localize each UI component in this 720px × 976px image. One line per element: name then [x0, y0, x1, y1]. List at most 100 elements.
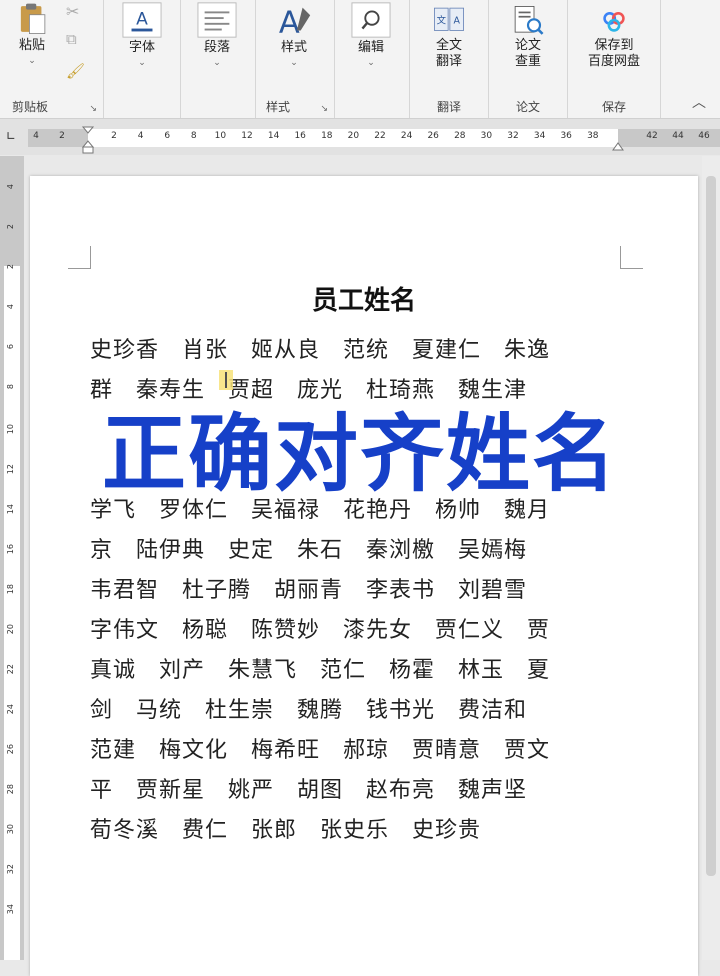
- save-group-label: 保存: [601, 100, 626, 114]
- ruler-tick: 2: [59, 131, 65, 141]
- paper-label-line2: 查重: [514, 54, 541, 69]
- editing-group: 编辑 ⌄: [335, 0, 410, 118]
- vertical-ruler-tick: 18: [6, 584, 15, 595]
- editing-button[interactable]: 编辑 ⌄: [347, 0, 395, 68]
- vertical-ruler[interactable]: 4 2 2 4 6 8 10 12 14 16 18 20 22 24 26 28 30 32 34: [0, 156, 24, 960]
- paste-label: 粘贴: [18, 38, 45, 53]
- document-line[interactable]: 真诚 刘产 朱慧飞 范仁 杨霍 林玉 夏: [90, 652, 650, 684]
- document-line[interactable]: 韦君智 杜子腾 胡丽青 李表书 刘碧雪: [90, 572, 650, 604]
- document-line[interactable]: 荀冬溪 费仁 张郎 张史乐 史珍贵: [90, 812, 650, 844]
- vertical-ruler-tick: 2: [6, 264, 15, 270]
- vertical-ruler-tick: 22: [6, 664, 15, 675]
- ruler-tick: 30: [480, 131, 493, 141]
- ruler-tick: 44: [672, 131, 684, 141]
- baidu-netdisk-icon: [603, 12, 625, 32]
- translate-group-label: 翻译: [436, 100, 461, 114]
- svg-text:A: A: [136, 10, 148, 30]
- paper-check-icon: [514, 6, 544, 35]
- cut-icon[interactable]: ✂: [66, 2, 79, 21]
- ruler-tick: 2: [111, 131, 117, 141]
- overlay-headline: 正确对齐姓名: [101, 405, 618, 503]
- ruler-tick: 46: [698, 131, 710, 141]
- ruler-tick: 6: [164, 131, 171, 141]
- document-line[interactable]: 范建 梅文化 梅希旺 郝琼 贾晴意 贾文: [90, 732, 650, 764]
- vertical-ruler-tick: 4: [6, 184, 15, 190]
- ruler-tick: 38: [587, 131, 599, 141]
- copy-icon[interactable]: ⧉: [66, 30, 77, 48]
- scrollbar-thumb[interactable]: [706, 176, 716, 876]
- save-to-baidu-button[interactable]: 保存到 百度网盘: [572, 4, 656, 70]
- full-text-translate-button[interactable]: 文 A 全文 翻译: [424, 4, 474, 70]
- document-line[interactable]: 字伟文 杨聪 陈赞妙 漆先女 贾仁义 贾: [90, 612, 650, 644]
- save-label-line1: 保存到: [594, 38, 634, 53]
- chevron-down-icon: ⌄: [138, 58, 146, 68]
- chevron-down-icon: ⌄: [290, 58, 298, 68]
- ruler-tick: 18: [321, 131, 333, 141]
- translate-label-line1: 全文: [435, 38, 462, 53]
- collapse-ribbon-icon[interactable]: ︿: [692, 92, 706, 112]
- document-line[interactable]: 剑 马统 杜生崇 魏腾 钱书光 费洁和: [90, 692, 650, 724]
- document-page[interactable]: 员工姓名 史珍香 肖张 姬从良 范统 夏建仁 朱逸群 秦寿生 贾超 庞光 杜琦燕…: [30, 176, 698, 976]
- ruler-tick: 32: [507, 131, 519, 141]
- paper-label-line1: 论文: [514, 38, 541, 53]
- vertical-ruler-tick: 34: [6, 904, 15, 915]
- styles-icon: A: [279, 5, 311, 40]
- svg-text:文: 文: [437, 15, 447, 27]
- svg-text:A: A: [279, 5, 300, 40]
- document-line[interactable]: 京 陆伊典 史定 朱石 秦浏檄 吴嫣梅: [90, 532, 650, 564]
- format-painter-icon[interactable]: 🖌: [66, 62, 85, 80]
- right-indent-marker-icon[interactable]: [612, 139, 624, 151]
- vertical-scrollbar[interactable]: [702, 156, 720, 960]
- paragraph-icon: [197, 2, 237, 38]
- translate-label-line2: 翻译: [435, 54, 462, 69]
- vertical-ruler-tick: 6: [6, 344, 15, 350]
- chevron-down-icon[interactable]: ⌄: [8, 56, 56, 66]
- indent-marker-icon[interactable]: [82, 123, 94, 155]
- vertical-ruler-tick: 14: [6, 504, 15, 515]
- styles-group: A 样式 ⌄ 样式 ↘: [256, 0, 335, 118]
- chevron-down-icon: ⌄: [213, 58, 221, 68]
- vertical-ruler-tick: 32: [6, 864, 15, 875]
- svg-text:A: A: [453, 16, 460, 27]
- ruler-tick: 8: [190, 131, 197, 141]
- document-line[interactable]: 史珍香 肖张 姬从良 范统 夏建仁 朱逸: [90, 332, 650, 364]
- ruler-tick: 10: [214, 131, 227, 141]
- editing-label: 编辑: [357, 40, 384, 55]
- paper-check-button[interactable]: 论文 查重: [503, 4, 553, 70]
- paste-button[interactable]: 粘贴 ⌄: [8, 0, 56, 66]
- font-button[interactable]: A 字体 ⌄: [118, 0, 166, 68]
- ruler-tick: 22: [374, 131, 386, 141]
- horizontal-ruler[interactable]: ∟ 4 2 2 4 6 8 10 12 14 16 18 20 22 24 26 28 30 32 34 36 38 42…: [0, 119, 720, 155]
- text-cursor-icon: [219, 370, 233, 390]
- document-title[interactable]: 员工姓名: [30, 280, 698, 317]
- ruler-tick: 36: [560, 131, 572, 141]
- vertical-ruler-tick: 28: [6, 784, 15, 795]
- dialog-launcher-icon[interactable]: ↘: [320, 104, 328, 114]
- ruler-tick: 12: [241, 131, 253, 141]
- ruler-tick: 34: [533, 131, 546, 141]
- ruler-tick: 26: [427, 131, 439, 141]
- save-label-line2: 百度网盘: [587, 54, 640, 69]
- save-group: 保存到 百度网盘 保存: [568, 0, 661, 118]
- font-group: A 字体 ⌄: [104, 0, 181, 118]
- search-icon: [351, 2, 391, 38]
- document-line[interactable]: 群 秦寿生 贾超 庞光 杜琦燕 魏生津: [90, 372, 650, 404]
- ruler-tick: 16: [294, 131, 306, 141]
- tab-selector-icon[interactable]: ∟: [6, 129, 16, 143]
- margin-corner-top-right: [620, 246, 643, 269]
- ribbon: 粘贴 ⌄ ✂ ⧉ 🖌 剪贴板 ↘ A 字体 ⌄ 段落 ⌄ A 样式 ⌄ 样式 ↘…: [0, 0, 720, 119]
- vertical-ruler-tick: 2: [6, 224, 15, 230]
- font-icon: A: [122, 2, 162, 38]
- clipboard-group: 粘贴 ⌄ ✂ ⧉ 🖌 剪贴板 ↘: [0, 0, 104, 118]
- vertical-ruler-tick: 30: [6, 824, 15, 835]
- dialog-launcher-icon[interactable]: ↘: [89, 104, 97, 114]
- vertical-ruler-tick: 26: [6, 744, 15, 755]
- paste-icon: [20, 3, 46, 34]
- styles-button[interactable]: A 样式 ⌄: [270, 0, 318, 68]
- paragraph-button[interactable]: 段落 ⌄: [193, 0, 241, 68]
- styles-label: 样式: [280, 40, 307, 55]
- chevron-down-icon: ⌄: [367, 58, 375, 68]
- vertical-ruler-tick: 24: [6, 704, 15, 715]
- ruler-tick: 20: [347, 131, 360, 141]
- document-line[interactable]: 平 贾新星 姚严 胡图 赵布亮 魏声坚: [90, 772, 650, 804]
